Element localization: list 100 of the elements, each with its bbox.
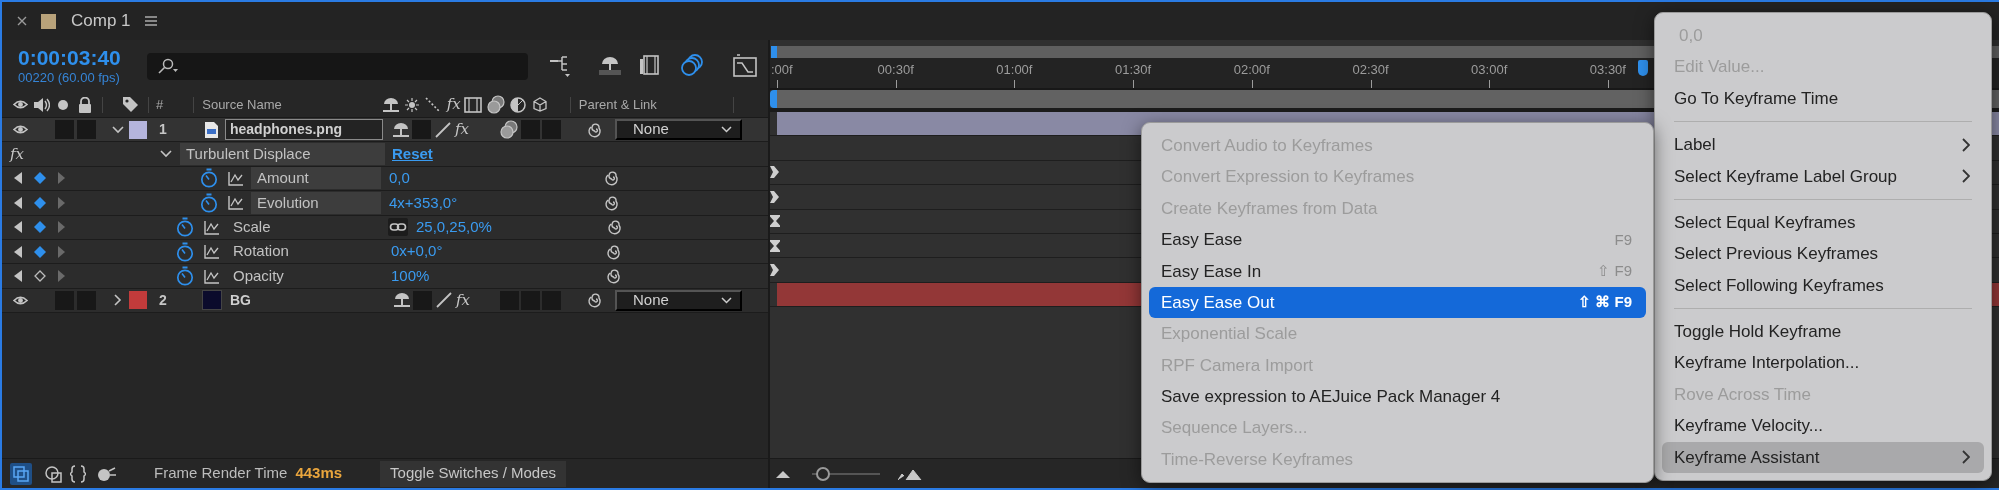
stopwatch-icon[interactable]: [176, 266, 194, 287]
next-keyframe-icon[interactable]: [58, 270, 65, 283]
stopwatch-icon[interactable]: [200, 168, 218, 189]
playhead-handle[interactable]: [1637, 60, 1648, 76]
shy-switch-icon[interactable]: [381, 96, 400, 113]
keyframe-diamond-icon[interactable]: [34, 172, 46, 185]
property-value[interactable]: 25,0,25,0%: [416, 216, 608, 239]
switch-box[interactable]: [542, 120, 561, 140]
keyframe-diamond-icon[interactable]: [34, 196, 46, 209]
search-field[interactable]: [147, 52, 528, 80]
motion-blur-icon[interactable]: [681, 54, 705, 78]
draft-3d-icon[interactable]: [96, 465, 116, 482]
column-header[interactable]: Parent & Link: [578, 94, 657, 115]
keyframe-marker-icon[interactable]: [770, 239, 780, 252]
panel-title[interactable]: Comp 1: [71, 8, 131, 34]
layer-row[interactable]: 1 headphones.png fx None: [2, 118, 768, 143]
quality-switch-icon[interactable]: [434, 120, 452, 139]
graph-icon[interactable]: [228, 195, 244, 211]
link-icon[interactable]: [388, 218, 408, 237]
pick-whip-icon[interactable]: [588, 292, 604, 309]
menu-item[interactable]: Go To Keyframe Time: [1662, 82, 1984, 115]
effect-switch[interactable]: fx: [455, 118, 475, 141]
label-color-swatch[interactable]: [129, 291, 147, 310]
effect-switch[interactable]: fx: [456, 289, 476, 312]
previous-keyframe-icon[interactable]: [14, 196, 22, 209]
keyframe-diamond-icon[interactable]: [34, 221, 46, 234]
shy-switch-icon[interactable]: [393, 292, 411, 309]
menu-item[interactable]: Save expression to AEJuice Pack Manager 4: [1149, 381, 1646, 413]
solo-toggle[interactable]: [77, 120, 96, 140]
shy-layers-icon[interactable]: [599, 54, 623, 78]
slider-thumb[interactable]: [816, 466, 831, 481]
audio-toggle[interactable]: [55, 120, 74, 140]
menu-item[interactable]: Easy Ease F9: [1149, 224, 1646, 256]
keyframe-diamond-icon[interactable]: [34, 270, 46, 283]
parent-dropdown[interactable]: None: [615, 119, 742, 141]
in-out-icon[interactable]: [70, 464, 86, 483]
menu-item[interactable]: Select Equal Keyframes: [1662, 206, 1984, 239]
keyframe-diamond-icon[interactable]: [34, 245, 46, 258]
column-header[interactable]: fx: [446, 93, 461, 116]
menu-item[interactable]: Keyframe Interpolation...: [1662, 347, 1984, 379]
graph-icon[interactable]: [204, 268, 220, 284]
menu-item[interactable]: Easy Ease Out ⇧ ⌘ F9: [1149, 286, 1646, 319]
collapse-switch-icon[interactable]: [499, 119, 519, 140]
eye-icon[interactable]: [13, 294, 28, 306]
column-header[interactable]: #: [156, 94, 164, 115]
keyframe-marker-icon[interactable]: [770, 215, 780, 228]
layer-name[interactable]: headphones.png: [225, 119, 383, 141]
pick-whip-icon[interactable]: [608, 219, 624, 236]
next-keyframe-icon[interactable]: [58, 196, 65, 209]
transfer-controls-icon[interactable]: [44, 464, 62, 483]
chevron-down-icon[interactable]: [160, 150, 172, 159]
stopwatch-icon[interactable]: [176, 217, 194, 238]
previous-keyframe-icon[interactable]: [14, 270, 22, 283]
collapse-switch-icon[interactable]: [485, 94, 506, 115]
shy-switch-icon[interactable]: [392, 121, 410, 138]
eye-icon[interactable]: [13, 124, 28, 136]
pick-whip-icon[interactable]: [607, 268, 623, 285]
graph-icon[interactable]: [228, 170, 244, 186]
menu-item[interactable]: Select Previous Keyframes: [1662, 238, 1984, 270]
graph-editor-icon[interactable]: [733, 54, 757, 78]
property-value[interactable]: 0x+0,0°: [391, 240, 607, 263]
previous-keyframe-icon[interactable]: [14, 221, 22, 234]
comp-flowchart-icon[interactable]: [10, 462, 32, 485]
column-header[interactable]: Source Name: [202, 94, 282, 115]
graph-icon[interactable]: [204, 219, 220, 235]
menu-item[interactable]: Keyframe Velocity...: [1662, 410, 1984, 442]
property-value[interactable]: 100%: [391, 264, 607, 288]
toggle-modes-button[interactable]: Toggle Switches / Modes: [380, 460, 566, 487]
property-value[interactable]: 0,0: [389, 167, 605, 190]
chevron-right-icon[interactable]: [114, 294, 122, 307]
close-icon[interactable]: [17, 16, 27, 26]
menu-item[interactable]: Select Following Keyframes: [1662, 269, 1984, 302]
quality-switch-icon[interactable]: [435, 291, 453, 310]
label-color-swatch[interactable]: [129, 120, 147, 139]
menu-item[interactable]: Toggle Hold Keyframe: [1662, 316, 1984, 348]
pick-whip-icon[interactable]: [605, 170, 621, 187]
zoom-out-icon[interactable]: [776, 469, 790, 478]
switch-box[interactable]: [521, 120, 540, 140]
menu-item[interactable]: Label: [1662, 129, 1984, 161]
stopwatch-icon[interactable]: [176, 241, 194, 262]
layer-name[interactable]: BG: [226, 289, 384, 311]
pick-whip-icon[interactable]: [607, 243, 623, 260]
pick-whip-icon[interactable]: [605, 194, 621, 211]
chevron-down-icon[interactable]: [112, 125, 124, 134]
previous-keyframe-icon[interactable]: [14, 245, 22, 258]
previous-keyframe-icon[interactable]: [14, 172, 22, 185]
zoom-in-icon[interactable]: [898, 467, 922, 480]
menu-item[interactable]: Select Keyframe Label Group: [1662, 160, 1984, 192]
next-keyframe-icon[interactable]: [58, 172, 65, 185]
menu-item[interactable]: Keyframe Assistant: [1662, 441, 1984, 474]
property-value[interactable]: 4x+353,0°: [389, 191, 605, 215]
reset-link[interactable]: Reset: [392, 142, 433, 166]
parent-dropdown[interactable]: None: [615, 289, 742, 311]
graph-icon[interactable]: [204, 244, 220, 260]
switch-box[interactable]: [412, 120, 431, 140]
layer-row[interactable]: 2 BG fx None: [2, 288, 768, 314]
next-keyframe-icon[interactable]: [58, 221, 65, 234]
menu-item[interactable]: Easy Ease In ⇧ F9: [1149, 255, 1646, 287]
menu-icon[interactable]: [144, 16, 157, 26]
pick-whip-icon[interactable]: [588, 121, 604, 138]
